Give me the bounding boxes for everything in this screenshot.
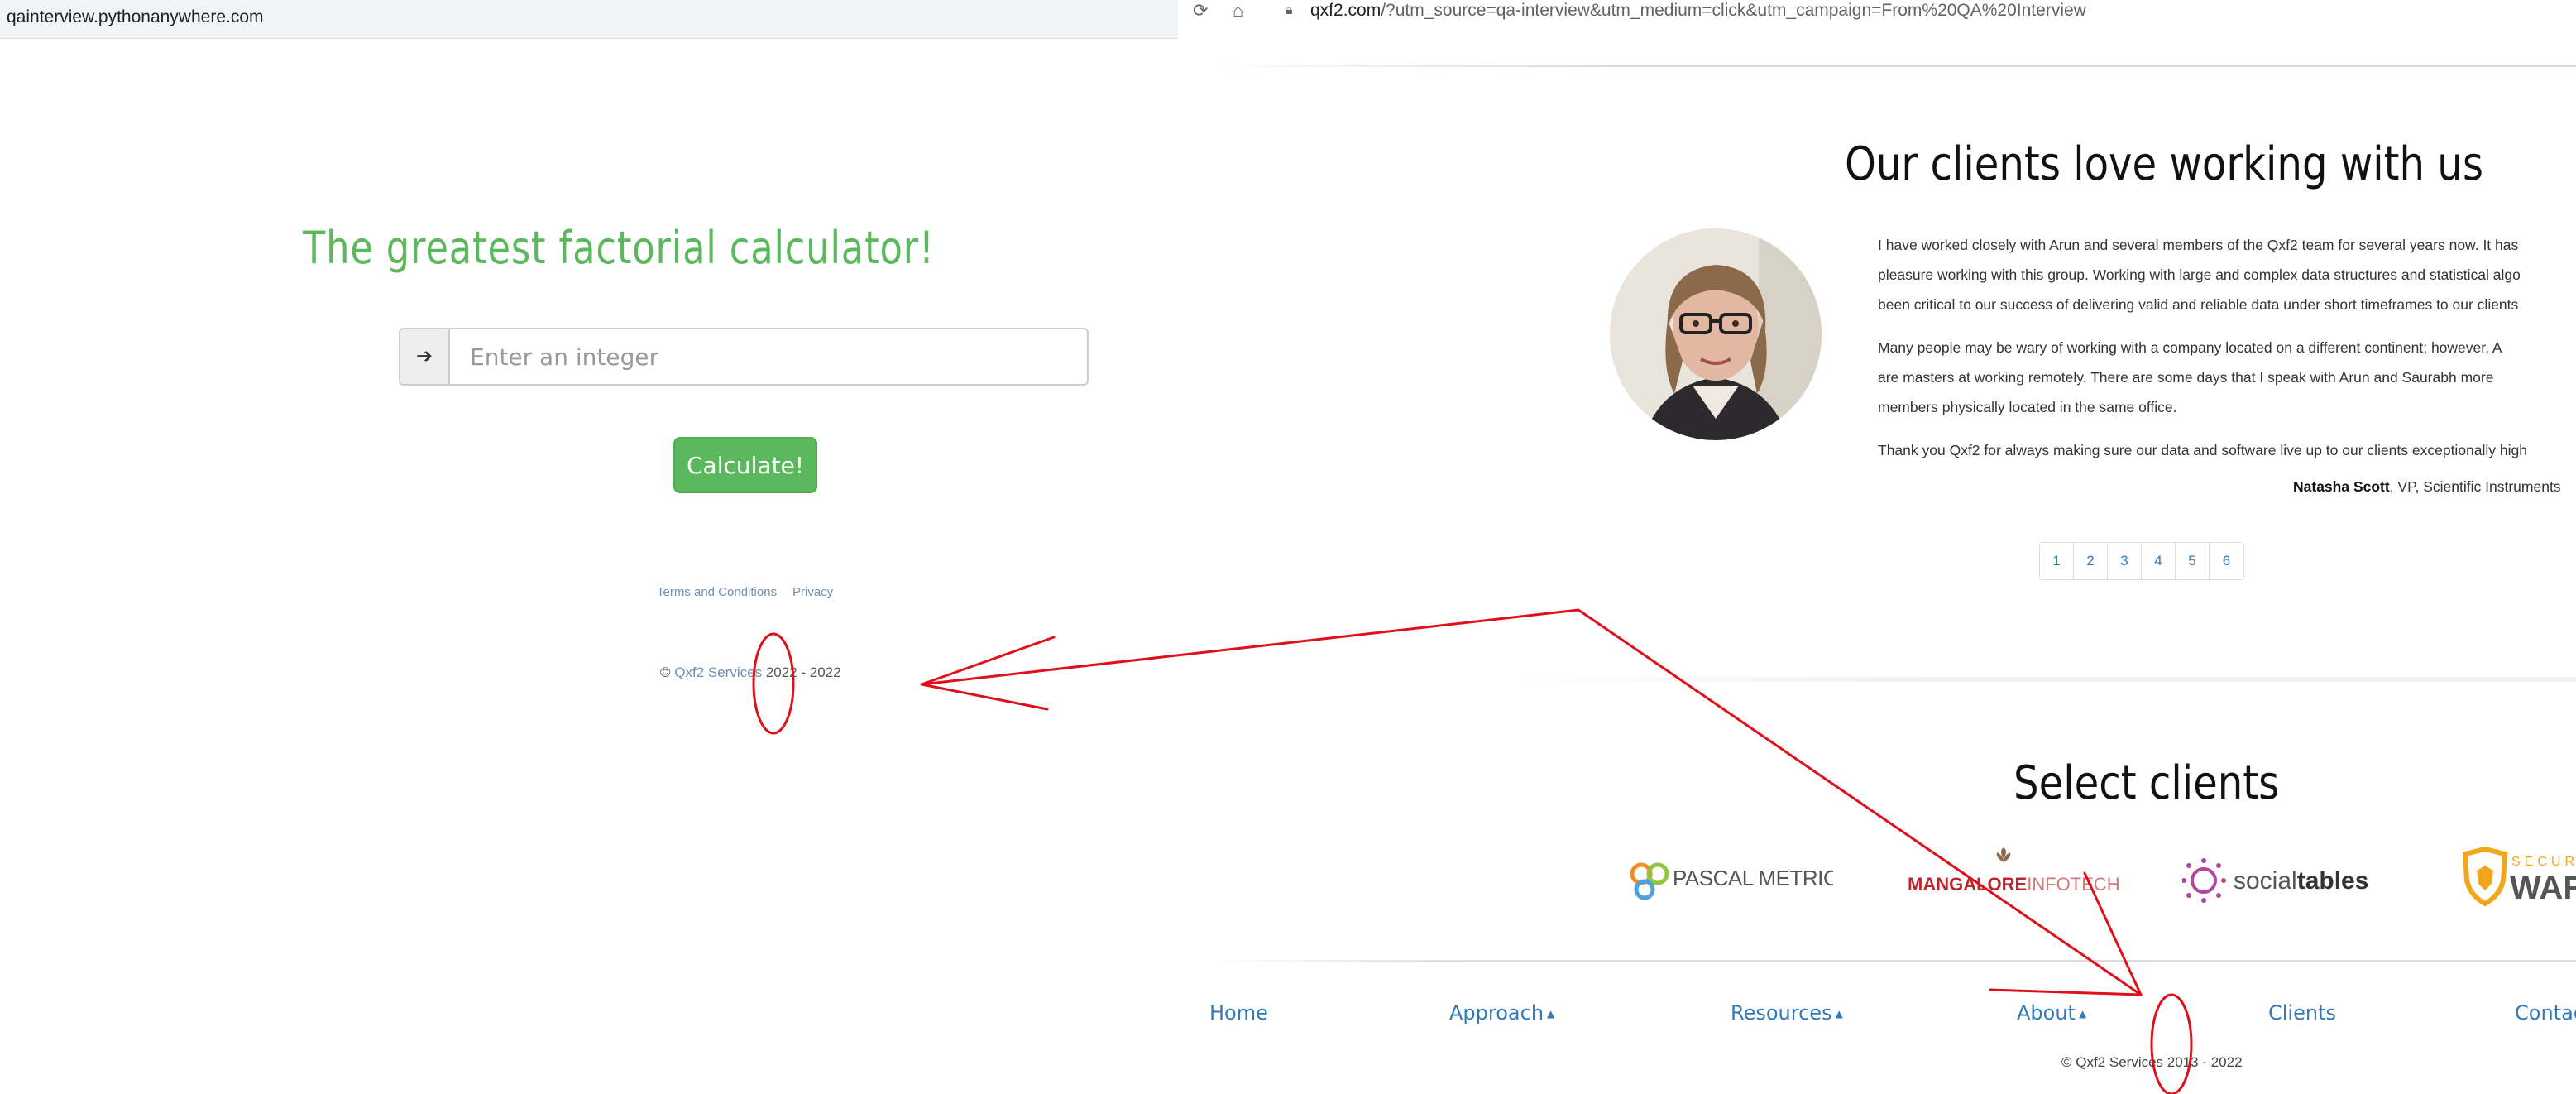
quote-line: pleasure working with this group. Workin… xyxy=(1878,266,2521,283)
caret-up-icon: ▲ xyxy=(2078,1008,2087,1020)
caret-up-icon: ▲ xyxy=(1547,1008,1555,1020)
page-title: The greatest factorial calculator! xyxy=(302,222,935,274)
secure-war-logo[interactable]: SECUR WAR xyxy=(2454,844,2576,910)
copyright-symbol: © xyxy=(660,665,671,680)
quote-line: I have worked closely with Arun and seve… xyxy=(1878,237,2519,253)
integer-input-group: ➔ xyxy=(399,328,1089,386)
home-icon[interactable]: ⌂ xyxy=(1233,0,1243,22)
page-button-6[interactable]: 6 xyxy=(2210,543,2243,579)
copyright-years: 2022 - 2022 xyxy=(765,665,841,680)
url-host: qxf2.com xyxy=(1310,1,1381,20)
footer-copyright: © Qxf2 Services 2013 - 2022 xyxy=(2061,1054,2243,1070)
svg-text:MANGALOREINFOTECH: MANGALOREINFOTECH xyxy=(1908,874,2119,895)
nav-clients[interactable]: Clients xyxy=(2268,1001,2336,1024)
nav-approach-label: Approach xyxy=(1449,1001,1544,1024)
quote-line: are masters at working remotely. There a… xyxy=(1878,369,2494,386)
nav-resources[interactable]: Resources ▲ xyxy=(1731,1001,1843,1024)
nav-about-label: About xyxy=(2017,1001,2076,1024)
testimonial-author: Natasha Scott xyxy=(2293,478,2390,495)
integer-input[interactable] xyxy=(450,329,1087,384)
arrow-right-icon: ➔ xyxy=(400,329,450,384)
quote-line: members physically located in the same o… xyxy=(1878,399,2177,415)
footer-copyright: © Qxf2 Services 2022 - 2022 xyxy=(660,665,841,681)
page-button-3[interactable]: 3 xyxy=(2108,543,2142,579)
logo-text-a: social xyxy=(2234,867,2297,895)
privacy-link[interactable]: Privacy xyxy=(792,585,833,599)
testimonials-heading: Our clients love working with us xyxy=(1845,137,2483,191)
caret-up-icon: ▲ xyxy=(1835,1008,1843,1020)
pascal-metrics-logo[interactable]: PASCAL METRICS xyxy=(1626,844,1853,910)
svg-text:socialtables: socialtables xyxy=(2234,867,2368,895)
testimonial-attribution: Natasha Scott, VP, Scientific Instrument… xyxy=(2293,478,2561,496)
quote-line: Many people may be wary of working with … xyxy=(1878,339,2502,356)
reload-icon[interactable]: ⟳ xyxy=(1193,0,1208,22)
url-path: /?utm_source=qa-interview&utm_medium=cli… xyxy=(1381,1,2086,20)
nav-contact[interactable]: Contac xyxy=(2515,1001,2576,1024)
page-button-5[interactable]: 5 xyxy=(2176,543,2210,579)
section-divider xyxy=(1509,677,2576,682)
logo-text-b: tables xyxy=(2297,867,2369,895)
address-bar-url[interactable]: qainterview.pythonanywhere.com xyxy=(7,7,264,27)
address-bar-url[interactable]: qxf2.com/?utm_source=qa-interview&utm_me… xyxy=(1310,0,2086,22)
mangalore-infotech-logo[interactable]: MANGALOREINFOTECH xyxy=(1904,844,2120,910)
logo-text-b: WAR xyxy=(2510,870,2576,906)
page-button-4[interactable]: 4 xyxy=(2142,543,2176,579)
qxf2-page: ⟳ ⌂ 🔒︎ qxf2.com/?utm_source=qa-interview… xyxy=(1178,0,2576,1094)
calculate-button[interactable]: Calculate! xyxy=(673,437,817,493)
logo-text: PASCAL METRICS xyxy=(1673,866,1833,890)
logo-text-b: INFOTECH xyxy=(2027,874,2119,895)
nav-about[interactable]: About ▲ xyxy=(2017,1001,2086,1024)
select-clients-heading: Select clients xyxy=(2013,756,2280,810)
testimonial-role: , VP, Scientific Instruments xyxy=(2389,478,2561,495)
page-button-2[interactable]: 2 xyxy=(2074,543,2108,579)
address-bar[interactable]: qainterview.pythonanywhere.com xyxy=(0,0,1178,39)
lock-icon[interactable]: 🔒︎ xyxy=(1286,0,1293,22)
page-button-1[interactable]: 1 xyxy=(2040,543,2074,579)
browser-toolbar: ⟳ ⌂ 🔒︎ qxf2.com/?utm_source=qa-interview… xyxy=(1178,0,2576,23)
quote-line: Thank you Qxf2 for always making sure ou… xyxy=(1878,442,2527,458)
avatar xyxy=(1610,228,1822,440)
terms-link[interactable]: Terms and Conditions xyxy=(657,585,777,599)
nav-approach[interactable]: Approach ▲ xyxy=(1449,1001,1554,1024)
header-divider xyxy=(1211,65,2576,67)
logo-text-a: MANGALORE xyxy=(1908,874,2027,895)
nav-home[interactable]: Home xyxy=(1209,1001,1268,1024)
factorial-page: qainterview.pythonanywhere.com The great… xyxy=(0,0,1178,1094)
footer-divider xyxy=(1211,960,2576,962)
quote-line: been critical to our success of deliveri… xyxy=(1878,296,2519,313)
testimonial-pagination: 1 2 3 4 5 6 xyxy=(2039,542,2244,580)
socialtables-logo[interactable]: socialtables xyxy=(2181,844,2389,910)
nav-resources-label: Resources xyxy=(1731,1001,1832,1024)
logo-text-a: SECUR xyxy=(2511,855,2576,869)
company-link[interactable]: Qxf2 Services xyxy=(674,665,762,680)
